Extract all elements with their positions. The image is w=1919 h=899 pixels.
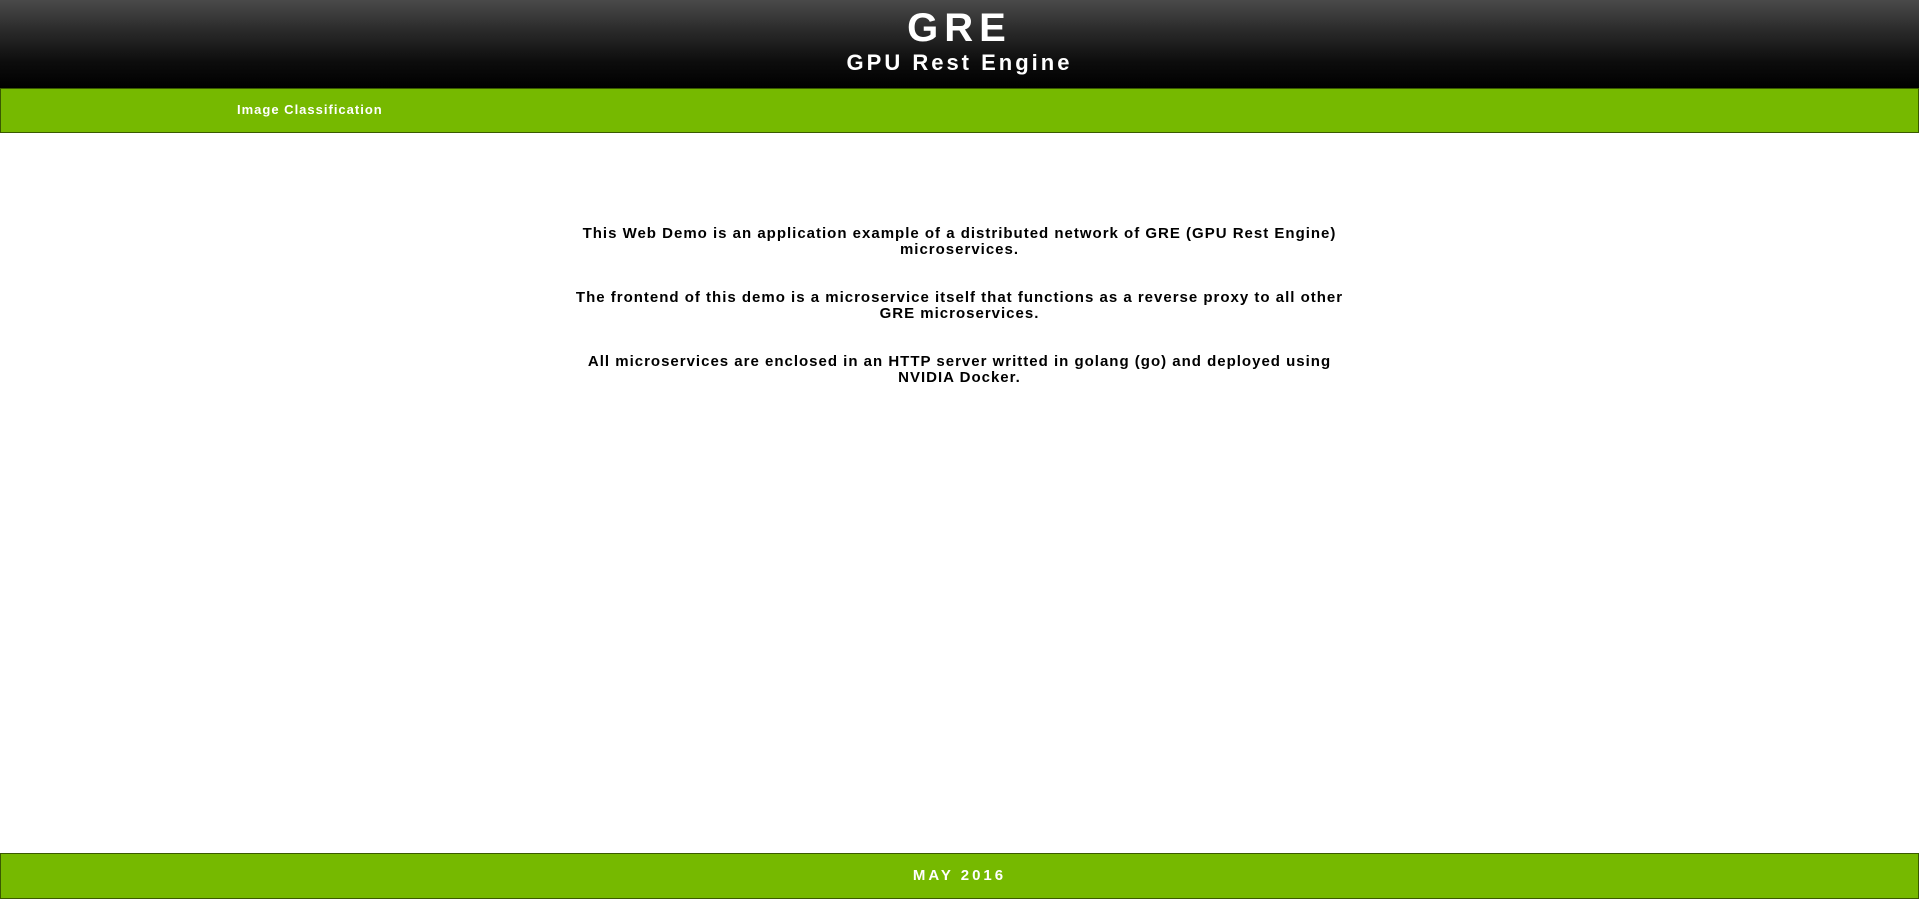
deployment-paragraph: All microservices are enclosed in an HTT…	[587, 353, 1332, 386]
main-content: This Web Demo is an application example …	[0, 226, 1919, 386]
page: GRE GPU Rest Engine Image Classification…	[0, 0, 1919, 899]
site-footer: MAY 2016	[0, 853, 1919, 899]
site-subtitle: GPU Rest Engine	[846, 50, 1073, 75]
frontend-paragraph: The frontend of this demo is a microserv…	[575, 289, 1344, 322]
site-title: GRE	[907, 6, 1012, 50]
site-header: GRE GPU Rest Engine	[0, 0, 1919, 88]
nav-item-image-classification[interactable]: Image Classification	[237, 102, 383, 118]
footer-date: MAY 2016	[912, 867, 1007, 884]
nav-bar: Image Classification	[0, 88, 1919, 133]
intro-paragraph: This Web Demo is an application example …	[582, 225, 1337, 258]
